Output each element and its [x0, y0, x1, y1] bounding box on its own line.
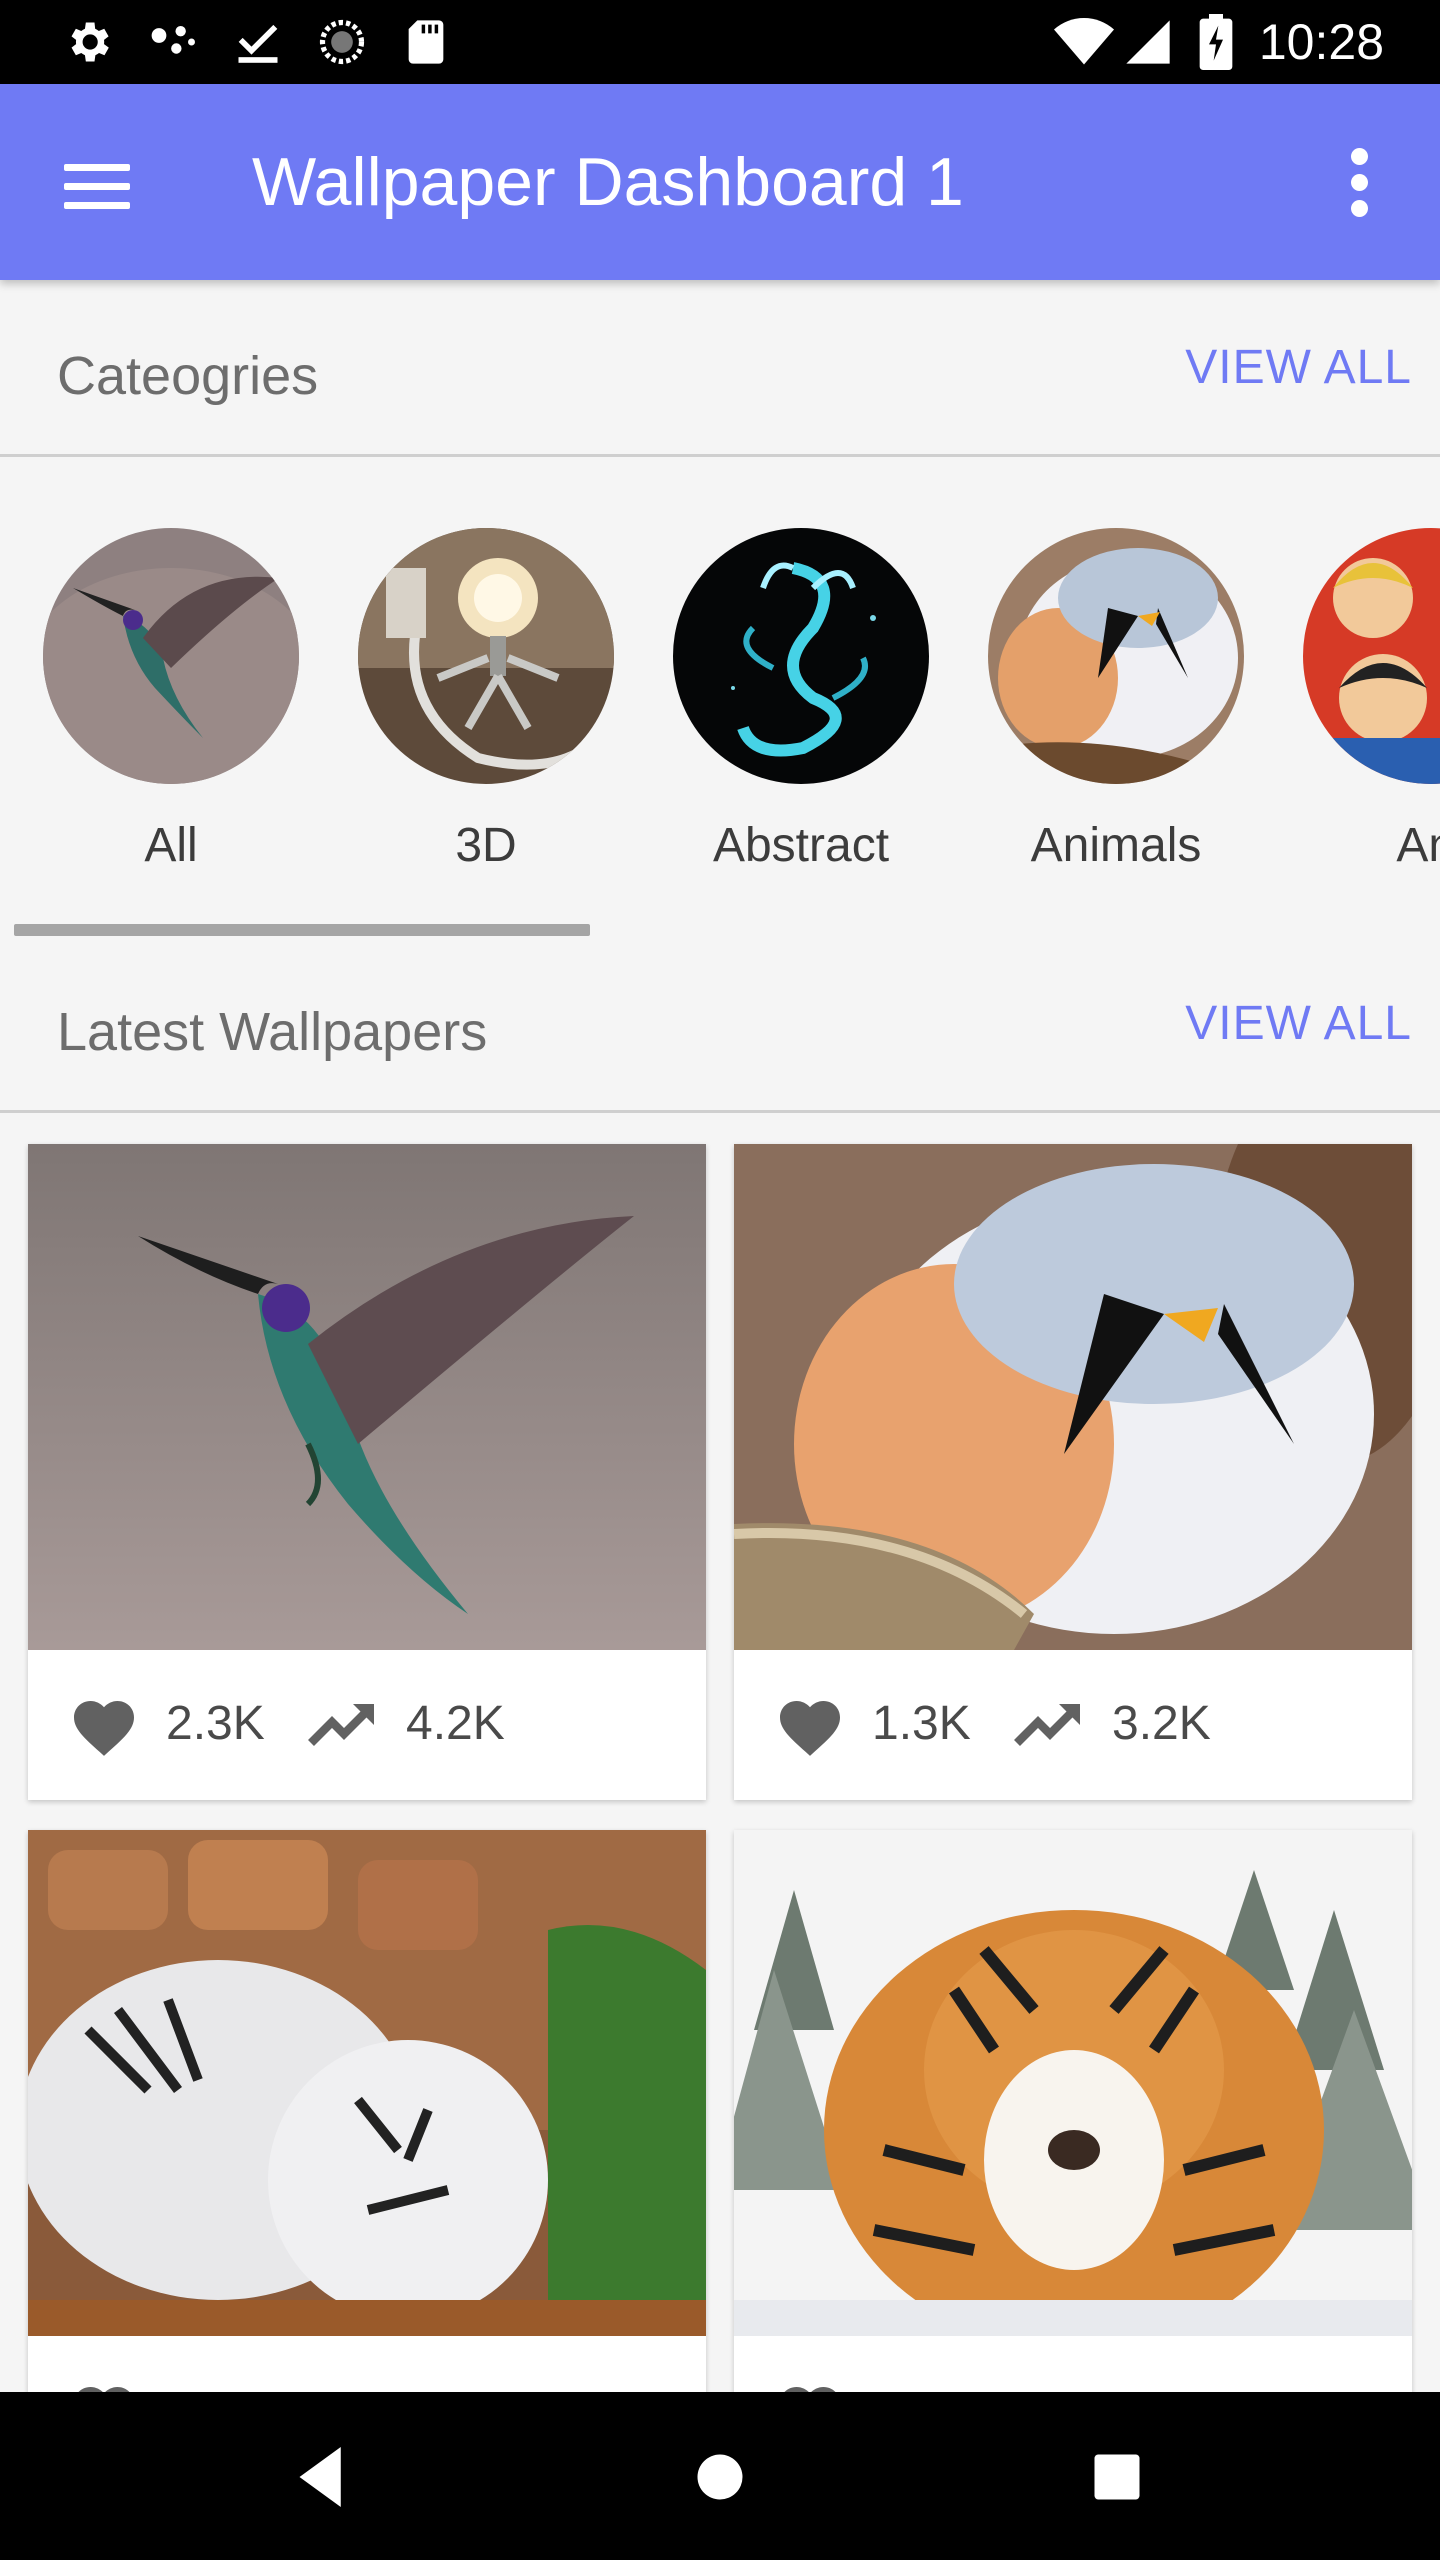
carousel-scroll-indicator [14, 924, 590, 936]
navigation-bar [0, 2392, 1440, 2560]
wifi-icon [1054, 18, 1114, 65]
app-title: Wallpaper Dashboard 1 [252, 144, 964, 220]
views-count: 3.2K [1112, 1697, 1211, 1750]
hummingbird-image [28, 1144, 706, 1650]
latest-wallpapers-header: Latest Wallpapers VIEW ALL [0, 936, 1440, 1112]
categories-header: Cateogries VIEW ALL [0, 280, 1440, 456]
wallpaper-card[interactable]: 2.3K 4.2K [28, 1144, 706, 1800]
cell-signal-icon [1126, 20, 1170, 64]
likes-count: 1.3K [872, 1697, 971, 1750]
trending-up-icon [1014, 1704, 1080, 1746]
home-button[interactable] [675, 2432, 765, 2522]
back-button[interactable] [277, 2432, 367, 2522]
white-tigers-image [28, 1830, 706, 2336]
category-label: Abstract [712, 819, 890, 872]
app-screen: 10:28 Wallpaper Dashboard 1 Cateogries V… [0, 0, 1440, 2560]
menu-icon [64, 164, 130, 171]
status-time: 10:28 [1258, 14, 1384, 70]
hummingbird-image [43, 528, 299, 784]
app-bar: Wallpaper Dashboard 1 [0, 84, 1440, 280]
heart-icon [780, 1701, 840, 1756]
battery-charging-icon [1199, 14, 1233, 70]
category-item-abstract[interactable]: Abstract [671, 528, 931, 876]
tiger-in-snow-image [734, 1830, 1412, 2336]
status-bar: 10:28 [0, 0, 1440, 84]
divider [0, 454, 1440, 457]
wallpaper-image [734, 1830, 1412, 2336]
anime-characters-image [1303, 528, 1440, 784]
wallpaper-stats: 1.3K 3.2K [734, 1650, 1412, 1800]
category-label: 3D [455, 819, 517, 872]
recents-button[interactable] [1072, 2432, 1162, 2522]
category-item-anime[interactable]: Ani [1301, 528, 1440, 876]
category-item-animals[interactable]: Animals [986, 528, 1246, 876]
category-item-all[interactable]: All [41, 528, 301, 876]
wallpaper-image [28, 1830, 706, 2336]
settings-icon [71, 22, 109, 62]
latest-wallpapers-title: Latest Wallpapers [57, 1002, 488, 1062]
wallpaper-stats: 2.3K 4.2K [28, 1650, 706, 1800]
home-icon [697, 2454, 743, 2500]
category-item-3d[interactable]: 3D [356, 528, 616, 876]
likes-count: 2.3K [166, 1697, 265, 1750]
more-options-button[interactable] [1320, 140, 1400, 224]
round-bird-image [734, 1144, 1412, 1650]
category-thumbnail [1303, 528, 1440, 784]
category-thumbnail [43, 528, 299, 784]
category-thumbnail [988, 528, 1244, 784]
download-done-icon [238, 24, 278, 63]
recents-icon [1094, 2454, 1140, 2500]
wallpaper-image [734, 1144, 1412, 1650]
lamp-robot-image [358, 528, 614, 784]
category-thumbnail [358, 528, 614, 784]
wallpaper-card[interactable]: 1.3K 3.2K [734, 1144, 1412, 1800]
round-bird-image [988, 528, 1244, 784]
wallpaper-card[interactable] [28, 1830, 706, 2430]
category-label: Animals [1030, 819, 1202, 872]
categories-carousel[interactable]: All 3D Abstract Animals A [0, 460, 1440, 900]
category-thumbnail [673, 528, 929, 784]
divider [0, 1110, 1440, 1113]
more-vert-icon [1351, 148, 1368, 165]
trending-up-icon [308, 1704, 374, 1746]
categories-title: Cateogries [57, 346, 319, 406]
categories-view-all-link[interactable]: VIEW ALL [1185, 336, 1412, 400]
sd-card-icon [408, 20, 444, 64]
sync-icon [319, 19, 365, 65]
heart-icon [74, 1701, 134, 1756]
back-icon [299, 2447, 341, 2507]
latest-view-all-link[interactable]: VIEW ALL [1185, 992, 1412, 1056]
wallpaper-image [28, 1144, 706, 1650]
category-label: All [144, 819, 198, 872]
neon-dragon-image [673, 528, 929, 784]
category-label: Ani [1396, 819, 1440, 872]
wallpaper-card[interactable] [734, 1830, 1412, 2430]
dots-icon [151, 25, 195, 54]
views-count: 4.2K [406, 1697, 505, 1750]
menu-button[interactable] [50, 142, 146, 222]
